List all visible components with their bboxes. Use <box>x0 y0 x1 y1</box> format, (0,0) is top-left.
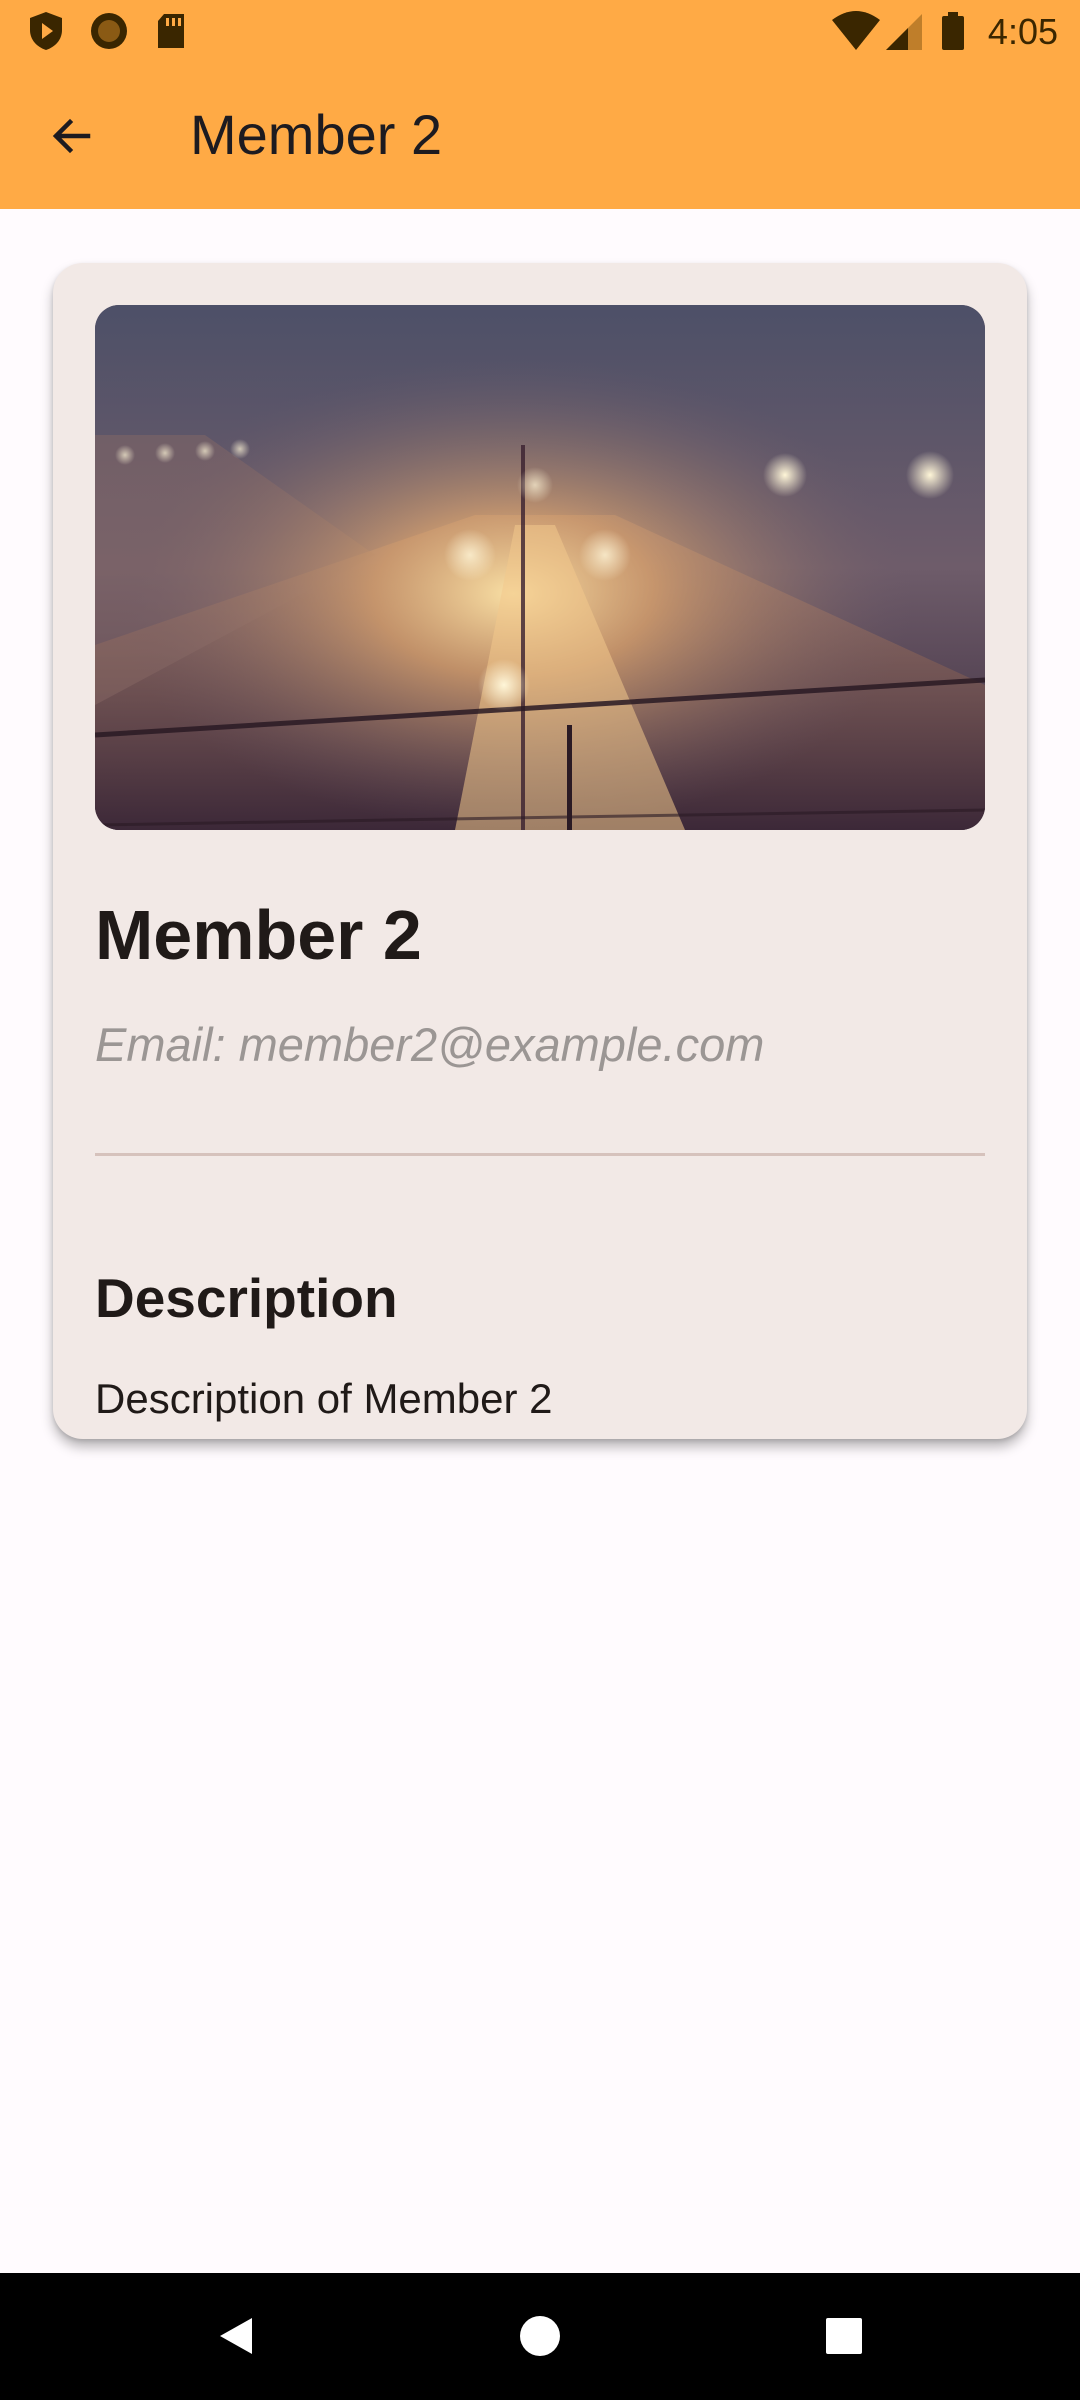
foggy-road-image <box>95 305 985 830</box>
member-email: Email: member2@example.com <box>95 1018 765 1071</box>
description-text: Description of Member 2 <box>95 1375 553 1422</box>
circle-record-icon <box>91 13 127 49</box>
member-card: Member 2 Email: member2@example.com Desc… <box>53 263 1027 1439</box>
wifi-icon <box>832 11 880 50</box>
arrow-back-icon <box>52 118 91 154</box>
home-circle-icon <box>520 2316 560 2356</box>
sd-card-icon <box>158 14 184 48</box>
member-name: Member 2 <box>95 896 422 974</box>
nav-recents-button[interactable] <box>804 2296 884 2376</box>
back-button[interactable] <box>24 88 120 184</box>
nav-home-button[interactable] <box>500 2296 580 2376</box>
description-heading: Description <box>95 1267 398 1329</box>
app-bar: 4:05 Member 2 <box>0 0 1080 209</box>
system-nav-bar <box>0 2273 1080 2400</box>
page-title: Member 2 <box>190 103 443 166</box>
cell-signal-icon <box>886 14 922 50</box>
status-bar: 4:05 <box>0 0 1080 63</box>
divider <box>95 1153 985 1156</box>
shield-play-icon <box>30 12 62 50</box>
member-photo <box>95 305 985 830</box>
back-triangle-icon <box>220 2318 252 2354</box>
battery-icon <box>942 12 964 50</box>
nav-back-button[interactable] <box>196 2296 276 2376</box>
status-time: 4:05 <box>987 11 1058 52</box>
recents-square-icon <box>826 2318 862 2354</box>
